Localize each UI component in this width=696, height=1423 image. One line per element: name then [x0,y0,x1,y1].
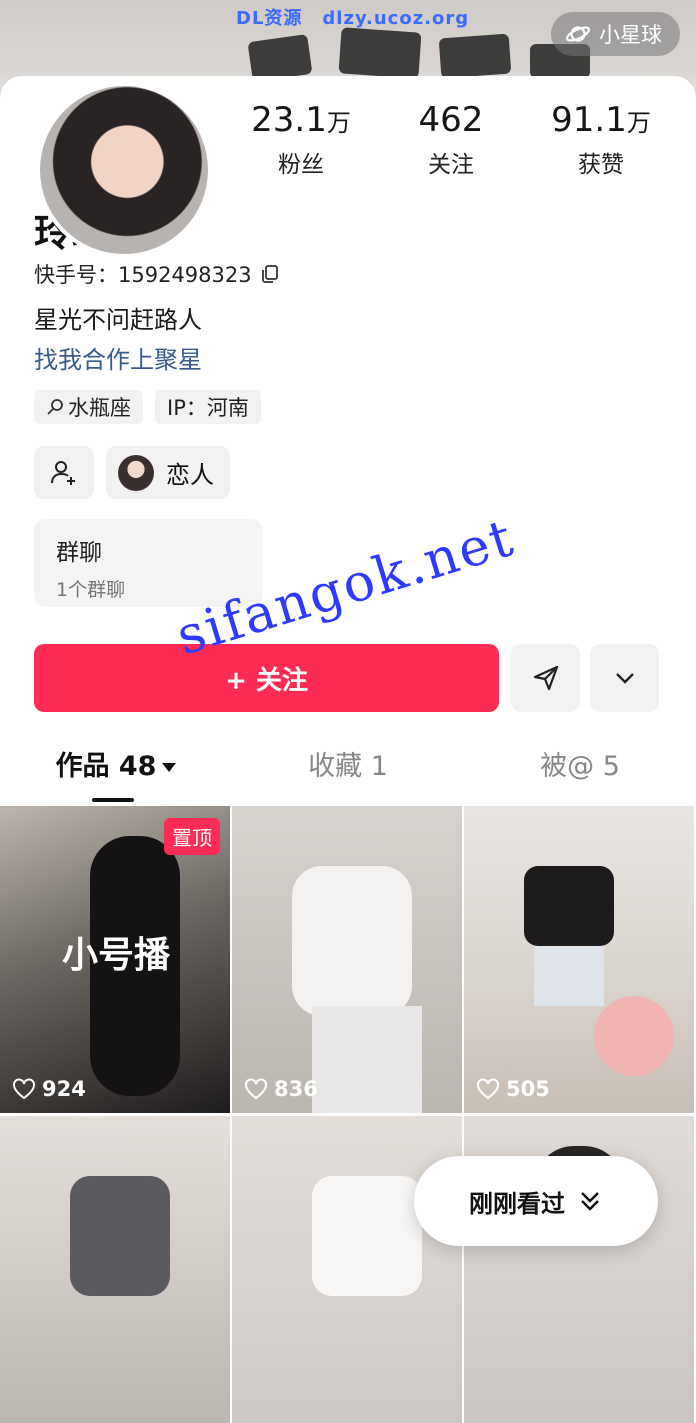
tag-row: 水瓶座 IP：河南 [34,390,261,424]
tab-underline [92,798,134,802]
chevron-down-icon [615,673,634,684]
video-likes: 924 [12,1077,86,1101]
stat-likes[interactable]: 91.1万 获赞 [526,100,676,179]
tab-mentions[interactable]: 被@ 5 [464,744,696,802]
relation-label: 恋人 [166,461,214,489]
tab-works-label: 作品 48 [55,751,157,782]
stat-fans-num: 23.1 [251,100,327,140]
lover-avatar [118,454,154,491]
avatar[interactable] [36,82,212,258]
tag-ip[interactable]: IP：河南 [155,390,261,424]
profile-link[interactable]: 找我合作上聚星 [34,340,202,375]
share-button[interactable] [511,644,580,712]
recent-label: 刚刚看过 [469,1189,565,1218]
watermark-top-right: dlzy.ucoz.org [322,8,470,29]
planet-button[interactable]: 小星球 [551,12,680,56]
send-icon [533,665,558,691]
tab-mentions-label: 被@ 5 [540,751,620,782]
stat-fans-label: 粉丝 [278,152,324,178]
watermark-top-left: DL资源 [236,8,303,29]
heart-icon [13,1078,35,1100]
video-item[interactable] [0,1116,230,1423]
add-friend-button[interactable] [34,446,94,499]
tab-collections-label: 收藏 1 [308,751,388,782]
video-item[interactable]: 836 [232,806,462,1113]
video-item[interactable]: 置顶 小号播 924 [0,806,230,1113]
double-chevron-down-icon [581,1192,599,1211]
stat-fans-unit: 万 [326,109,351,137]
stat-likes-unit: 万 [626,109,651,137]
profile-bio: 星光不问赶路人 [34,306,202,334]
video-likes: 836 [244,1077,318,1101]
follow-button[interactable]: + 关注 [34,644,499,712]
relation-row: 恋人 [34,446,230,499]
planet-label: 小星球 [599,23,662,47]
stat-following-label: 关注 [428,152,474,178]
kuaishou-id: 快手号：1592498323 [34,263,252,287]
add-user-icon [51,460,75,485]
video-likes-count: 505 [506,1077,550,1101]
tag-zodiac-label: 水瓶座 [68,396,131,420]
watermark-top: DL资源 dlzy.ucoz.org [236,4,489,30]
more-button[interactable] [590,644,659,712]
zodiac-icon [47,399,63,415]
caret-down-icon [162,763,177,772]
video-overlay-text: 小号播 [62,935,171,976]
content-tabs: 作品 48 收藏 1 被@ 5 [0,744,696,802]
kuaishou-id-row: 快手号：1592498323 [34,259,280,289]
tab-works[interactable]: 作品 48 [0,744,232,802]
stat-likes-num: 91.1 [551,100,627,140]
tag-ip-label: IP：河南 [167,396,249,420]
video-likes-count: 836 [274,1077,318,1101]
heart-icon [245,1078,267,1100]
recently-viewed-button[interactable]: 刚刚看过 [414,1156,658,1246]
stat-following[interactable]: 462 关注 [376,100,526,179]
video-likes-count: 924 [42,1077,86,1101]
planet-icon [565,26,591,42]
stats-row: 23.1万 粉丝 462 关注 91.1万 获赞 [226,100,676,179]
pinned-badge: 置顶 [164,818,220,855]
stat-fans[interactable]: 23.1万 粉丝 [226,100,376,179]
relation-lover[interactable]: 恋人 [106,446,230,499]
group-title: 群聊 [56,540,102,566]
video-likes: 505 [476,1077,550,1101]
stat-following-num: 462 [418,100,484,140]
copy-icon[interactable] [260,264,280,284]
tag-zodiac[interactable]: 水瓶座 [34,390,143,424]
video-item[interactable] [232,1116,462,1423]
video-item[interactable]: 505 [464,806,694,1113]
tab-collections[interactable]: 收藏 1 [232,744,464,802]
heart-icon [477,1078,499,1100]
stat-likes-label: 获赞 [578,152,624,178]
